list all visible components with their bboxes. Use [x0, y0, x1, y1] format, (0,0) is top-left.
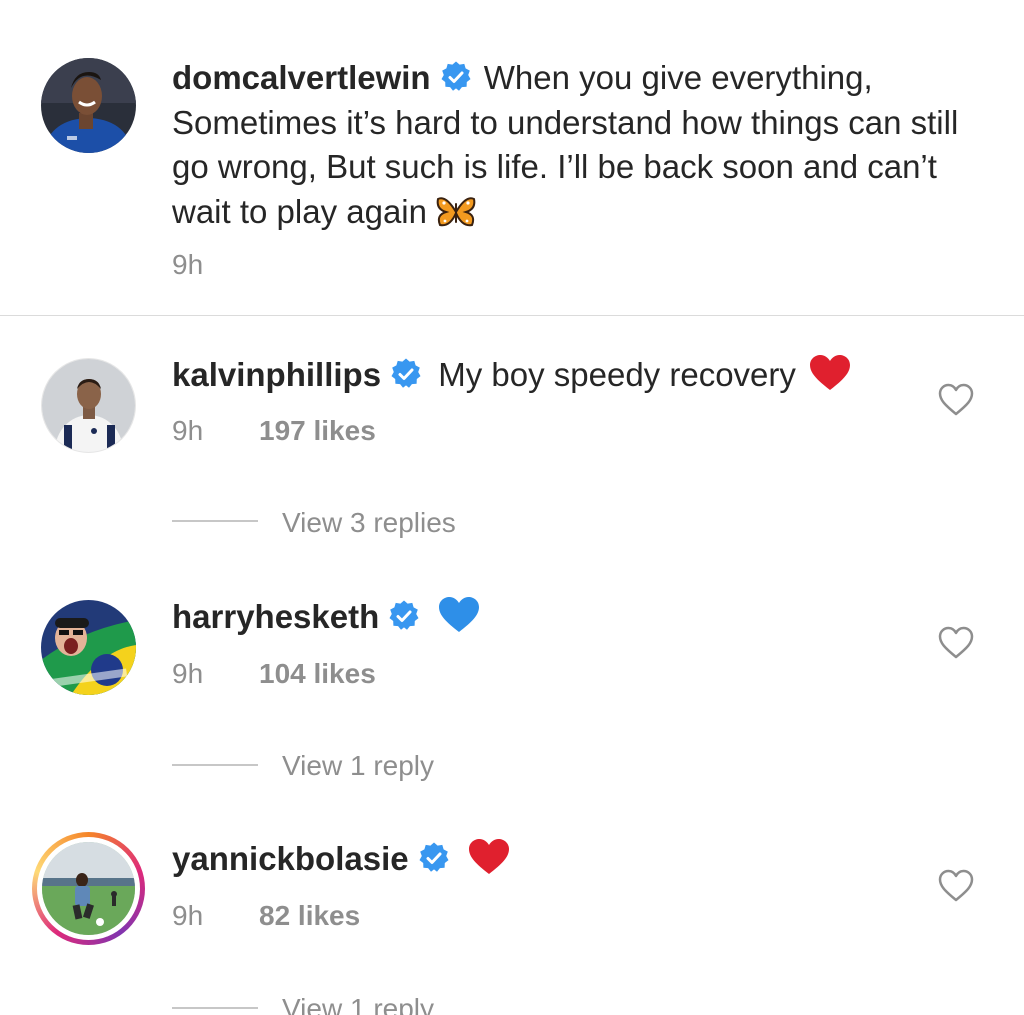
avatar-domcalvertlewin[interactable]: [41, 58, 136, 153]
caption-divider: [0, 315, 1024, 316]
view-replies-button[interactable]: View 3 replies: [282, 507, 456, 539]
comment-likes[interactable]: 104 likes: [259, 658, 376, 690]
avatar-kalvinphillips[interactable]: [41, 358, 136, 453]
verified-badge-icon: [389, 357, 423, 391]
story-ring[interactable]: [32, 832, 145, 945]
comment-text: My boy speedy recovery: [438, 356, 796, 393]
heart-outline-icon[interactable]: [938, 626, 974, 660]
avatar-photo: [41, 58, 136, 153]
avatar-harryhesketh[interactable]: [41, 600, 136, 695]
verified-badge-icon: [417, 841, 451, 875]
blue-heart-emoji: [438, 596, 480, 645]
caption-username[interactable]: domcalvertlewin: [172, 59, 431, 96]
replies-divider: [172, 1007, 258, 1009]
heart-outline-icon[interactable]: [938, 869, 974, 903]
caption: domcalvertlewin When you give everything…: [172, 56, 972, 240]
comment-likes[interactable]: 197 likes: [259, 415, 376, 447]
comment-likes[interactable]: 82 likes: [259, 900, 360, 932]
avatar-photo: [42, 842, 135, 935]
red-heart-emoji: [809, 354, 851, 403]
caption-time: 9h: [172, 249, 204, 280]
verified-badge-icon: [387, 599, 421, 633]
comment-username[interactable]: kalvinphillips: [172, 356, 381, 393]
red-heart-emoji: [468, 838, 510, 887]
butterfly-emoji: [436, 195, 476, 241]
comment-kalvinphillips: kalvinphillips My boy speedy recovery: [172, 353, 851, 397]
avatar-photo: [41, 600, 136, 695]
comment-username[interactable]: yannickbolasie: [172, 840, 409, 877]
comment-time: 9h: [172, 900, 204, 931]
comment-time: 9h: [172, 415, 204, 446]
replies-row-cropped: View 1 reply: [0, 990, 1024, 1015]
comment-time: 9h: [172, 658, 204, 689]
comment-username[interactable]: harryhesketh: [172, 598, 379, 635]
avatar-yannickbolasie[interactable]: [42, 842, 135, 935]
avatar-photo: [42, 359, 135, 452]
heart-outline-icon[interactable]: [938, 383, 974, 417]
comment-yannickbolasie: yannickbolasie: [172, 837, 510, 881]
verified-badge-icon: [439, 60, 473, 94]
view-replies-button[interactable]: View 1 reply: [282, 750, 434, 782]
view-replies-button[interactable]: View 1 reply: [282, 993, 434, 1015]
replies-divider: [172, 764, 258, 766]
replies-divider: [172, 520, 258, 522]
comment-harryhesketh: harryhesketh: [172, 595, 480, 639]
